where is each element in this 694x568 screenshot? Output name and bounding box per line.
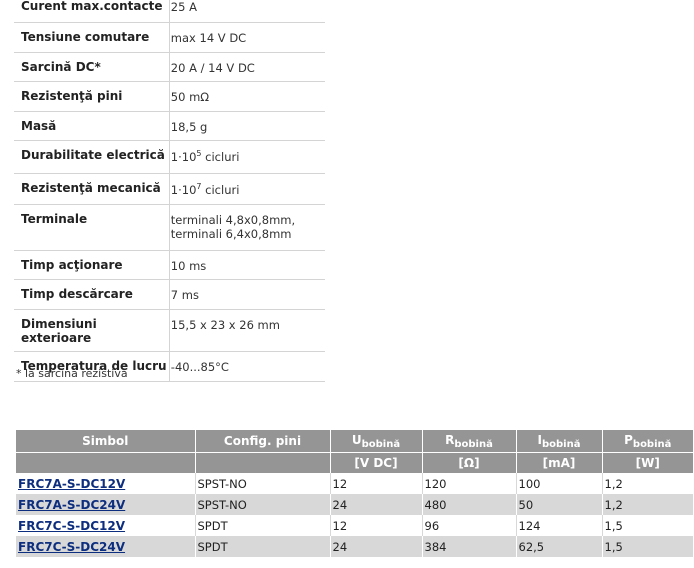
r-cell: 384 — [421, 536, 516, 557]
p-cell: 1,2 — [601, 494, 693, 515]
spec-value: 25 A — [168, 0, 325, 23]
unit-cell — [16, 452, 195, 473]
unit-cell: [mA] — [515, 452, 602, 473]
i-cell: 62,5 — [515, 536, 602, 557]
spec-label: Rezistenţă pini — [14, 81, 170, 112]
spec-value: terminali 4,8x0,8mm, terminali 6,4x0,8mm — [168, 204, 325, 251]
header-config: Config. pini — [194, 430, 330, 453]
footnote: * la sarcina rezistivă — [16, 367, 128, 380]
spec-label: Terminale — [14, 204, 170, 251]
p-cell: 1,2 — [601, 473, 693, 494]
header-symbol: Simbol — [16, 430, 195, 453]
symbol-cell: FRC7C-S-DC12V — [16, 515, 195, 536]
models-table: Simbol Config. pini Ubobină Rbobină Ibob… — [16, 430, 693, 557]
table-row: FRC7C-S-DC24V SPDT 24 384 62,5 1,5 — [16, 536, 693, 557]
spec-label: Timp acţionare — [14, 250, 170, 280]
spec-row: Timp acţionare 10 ms — [14, 250, 325, 280]
spec-label: Timp descărcare — [14, 279, 170, 310]
unit-cell: [W] — [601, 452, 693, 473]
models-units-row: [V DC] [Ω] [mA] [W] — [16, 452, 693, 473]
spec-row: Durabilitate electrică 1·105 cicluri — [14, 140, 325, 174]
table-row: FRC7C-S-DC12V SPDT 12 96 124 1,5 — [16, 515, 693, 536]
spec-value: 18,5 g — [168, 111, 325, 141]
spec-value: 10 ms — [168, 250, 325, 280]
header-u-coil: Ubobină — [329, 430, 422, 453]
spec-row: Rezistenţă pini 50 mΩ — [14, 81, 325, 112]
spec-row: Rezistenţă mecanică 1·107 cicluri — [14, 173, 325, 205]
spec-row: Masă 18,5 g — [14, 111, 325, 141]
spec-row: Terminale terminali 4,8x0,8mm, terminali … — [14, 204, 325, 251]
r-cell: 120 — [421, 473, 516, 494]
spec-value: 1·107 cicluri — [168, 173, 325, 205]
spec-value: 50 mΩ — [168, 81, 325, 112]
i-cell: 124 — [515, 515, 602, 536]
u-cell: 24 — [329, 536, 422, 557]
spec-row: Curent max.contacte 25 A — [14, 0, 325, 23]
i-cell: 50 — [515, 494, 602, 515]
product-link[interactable]: FRC7C-S-DC12V — [18, 519, 125, 533]
unit-cell: [Ω] — [421, 452, 516, 473]
p-cell: 1,5 — [601, 515, 693, 536]
spec-label: Sarcină DC* — [14, 52, 170, 82]
product-link[interactable]: FRC7A-S-DC12V — [18, 477, 125, 491]
spec-value: -40...85°C — [168, 351, 325, 382]
spec-label: Durabilitate electrică — [14, 140, 170, 174]
spec-row: Tensiune comutare max 14 V DC — [14, 22, 325, 53]
symbol-cell: FRC7A-S-DC12V — [16, 473, 195, 494]
u-cell: 24 — [329, 494, 422, 515]
spec-value: 7 ms — [168, 279, 325, 310]
symbol-cell: FRC7A-S-DC24V — [16, 494, 195, 515]
spec-label: Curent max.contacte — [14, 0, 170, 23]
u-cell: 12 — [329, 473, 422, 494]
spec-label: Rezistenţă mecanică — [14, 173, 170, 205]
spec-value: max 14 V DC — [168, 22, 325, 53]
spec-row: Sarcină DC* 20 A / 14 V DC — [14, 52, 325, 82]
product-link[interactable]: FRC7A-S-DC24V — [18, 498, 125, 512]
table-row: FRC7A-S-DC12V SPST-NO 12 120 100 1,2 — [16, 473, 693, 494]
spec-label: Masă — [14, 111, 170, 141]
header-r-coil: Rbobină — [421, 430, 516, 453]
i-cell: 100 — [515, 473, 602, 494]
p-cell: 1,5 — [601, 536, 693, 557]
spec-row: Timp descărcare 7 ms — [14, 279, 325, 310]
spec-value: 1·105 cicluri — [168, 140, 325, 174]
spec-value: 20 A / 14 V DC — [168, 52, 325, 82]
u-cell: 12 — [329, 515, 422, 536]
config-cell: SPST-NO — [194, 473, 330, 494]
config-cell: SPST-NO — [194, 494, 330, 515]
r-cell: 480 — [421, 494, 516, 515]
unit-cell: [V DC] — [329, 452, 422, 473]
config-cell: SPDT — [194, 536, 330, 557]
unit-cell — [194, 452, 330, 473]
spec-label: Tensiune comutare — [14, 22, 170, 53]
specifications-table: Curent max.contacte 25 A Tensiune comuta… — [14, 0, 325, 382]
header-i-coil: Ibobină — [515, 430, 602, 453]
spec-label: Dimensiuni exterioare — [14, 309, 170, 352]
r-cell: 96 — [421, 515, 516, 536]
spec-row: Dimensiuni exterioare 15,5 x 23 x 26 mm — [14, 309, 325, 352]
spec-value: 15,5 x 23 x 26 mm — [168, 309, 325, 352]
models-header-row: Simbol Config. pini Ubobină Rbobină Ibob… — [16, 430, 693, 453]
symbol-cell: FRC7C-S-DC24V — [16, 536, 195, 557]
product-link[interactable]: FRC7C-S-DC24V — [18, 540, 125, 554]
config-cell: SPDT — [194, 515, 330, 536]
table-row: FRC7A-S-DC24V SPST-NO 24 480 50 1,2 — [16, 494, 693, 515]
header-p-coil: Pbobină — [601, 430, 693, 453]
